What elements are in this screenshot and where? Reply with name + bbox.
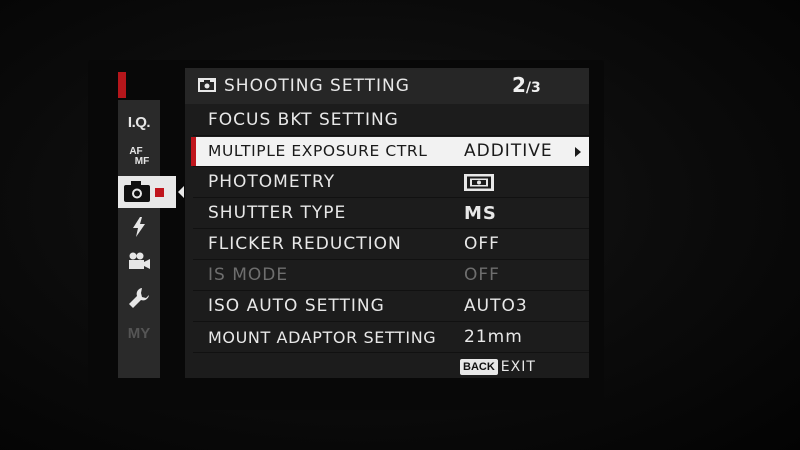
menu-item-iso-auto-setting[interactable]: ISO AUTO SETTING AUTO3: [193, 292, 589, 322]
menu-item-label: FOCUS BKT SETTING: [208, 110, 399, 130]
menu-item-label: FLICKER REDUCTION: [208, 234, 402, 254]
exit-label: EXIT: [500, 359, 536, 375]
tab-setup[interactable]: [118, 284, 160, 312]
chevron-right-icon: [575, 147, 581, 157]
menu-item-label: PHOTOMETRY: [208, 172, 336, 192]
menu-item-label: ISO AUTO SETTING: [208, 296, 385, 316]
menu-item-multiple-exposure-ctrl[interactable]: MULTIPLE EXPOSURE CTRL ADDITIVE: [191, 137, 589, 167]
multi-metering-icon: [464, 174, 494, 191]
my-menu-icon: MY: [127, 324, 151, 342]
menu-item-flicker-reduction[interactable]: FLICKER REDUCTION OFF: [193, 230, 589, 260]
menu-item-shutter-type[interactable]: SHUTTER TYPE MS: [193, 199, 589, 229]
menu-item-is-mode: IS MODE OFF: [193, 261, 589, 291]
back-exit-hint[interactable]: BACK EXIT: [460, 358, 536, 376]
image-quality-icon: I.Q.: [127, 113, 151, 131]
wrench-icon: [129, 288, 149, 308]
movie-icon: [129, 252, 150, 269]
menu-item-label: IS MODE: [208, 265, 289, 285]
menu-item-value: 21mm: [464, 327, 523, 347]
flash-icon: [133, 217, 145, 237]
tab-af-mf[interactable]: AF MF: [118, 142, 160, 172]
page-current: 2: [512, 73, 526, 97]
menu-item-value: ADDITIVE: [464, 141, 553, 161]
menu-item-label: SHUTTER TYPE: [208, 203, 347, 223]
tab-flash-setting[interactable]: [118, 214, 160, 240]
menu-item-value: OFF: [464, 234, 500, 254]
menu-item-value: OFF: [464, 265, 500, 285]
back-button-badge: BACK: [460, 359, 498, 375]
menu-item-label: MOUNT ADAPTOR SETTING: [208, 328, 437, 347]
camera-icon: [124, 181, 164, 202]
tab-shooting-setting[interactable]: [118, 176, 176, 208]
menu-item-mount-adaptor-setting[interactable]: MOUNT ADAPTOR SETTING 21mm: [193, 323, 589, 353]
af-mf-icon-bottom: MF: [134, 156, 150, 167]
camera-icon: [198, 78, 216, 92]
page-total: /3: [525, 80, 541, 96]
menu-item-focus-bkt-setting[interactable]: FOCUS BKT SETTING: [193, 106, 589, 136]
tab-my-menu[interactable]: MY: [118, 320, 160, 346]
selected-tab-pointer: [178, 186, 184, 198]
menu-item-label: MULTIPLE EXPOSURE CTRL: [208, 142, 428, 160]
tab-image-quality[interactable]: I.Q.: [118, 110, 160, 134]
page-title: SHOOTING SETTING: [224, 76, 410, 96]
sidebar-scroll-marker: [118, 72, 126, 98]
menu-item-value: AUTO3: [464, 296, 528, 316]
menu-item-value: MS: [464, 203, 497, 224]
tab-movie-setting[interactable]: [118, 248, 160, 274]
menu-item-photometry[interactable]: PHOTOMETRY: [193, 168, 589, 198]
page-indicator: 2/3: [512, 72, 541, 101]
